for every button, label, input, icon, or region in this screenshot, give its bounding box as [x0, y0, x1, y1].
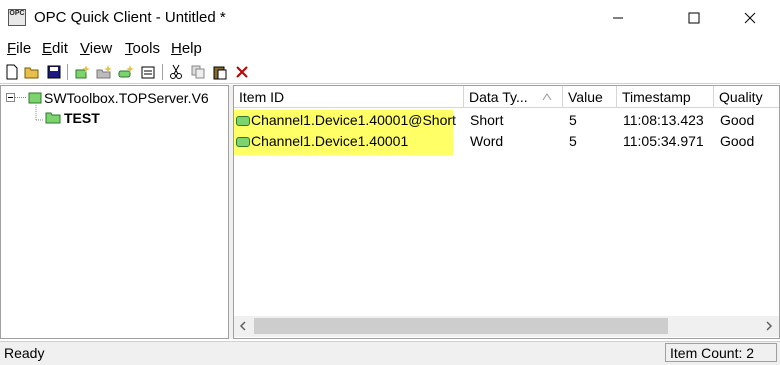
cell-item-id: Channel1.Device1.40001	[251, 133, 409, 149]
column-header-data-type[interactable]: Data Ty...	[464, 86, 563, 108]
menu-bar: File Edit View Tools Help	[0, 37, 780, 59]
close-icon	[744, 12, 756, 24]
cell-data-type: Word	[470, 133, 504, 149]
menu-edit[interactable]: Edit	[42, 40, 68, 57]
scroll-left-icon[interactable]	[238, 321, 248, 331]
properties-icon[interactable]	[140, 64, 156, 80]
cell-item-id: Channel1.Device1.40001@Short	[251, 112, 456, 128]
close-button[interactable]	[727, 0, 773, 36]
copy-icon[interactable]	[190, 64, 206, 80]
cut-icon[interactable]	[168, 64, 184, 80]
sort-arrow-icon	[542, 93, 552, 101]
cell-quality: Good	[720, 112, 755, 128]
menu-help[interactable]: Help	[171, 40, 202, 57]
open-folder-icon[interactable]	[24, 64, 40, 80]
group-folder-icon	[45, 112, 61, 124]
tree-node-group[interactable]: TEST	[64, 110, 100, 126]
item-tag-icon	[236, 133, 250, 149]
menu-tools[interactable]: Tools	[125, 40, 160, 57]
item-list[interactable]: Item ID Data Ty... Value Timestamp Quali…	[233, 85, 780, 339]
app-icon: OPC	[8, 9, 26, 26]
tree-node-server[interactable]: SWToolbox.TOPServer.V6	[44, 90, 209, 106]
toolbar-separator	[67, 64, 68, 80]
column-header-item-id[interactable]: Item ID	[234, 86, 464, 108]
new-item-icon[interactable]	[118, 64, 134, 80]
status-text: Ready	[4, 345, 45, 361]
item-tag-icon	[236, 112, 250, 128]
delete-icon[interactable]	[234, 64, 250, 80]
cell-quality: Good	[720, 133, 755, 149]
paste-icon[interactable]	[212, 64, 228, 80]
maximize-icon	[688, 12, 700, 24]
server-icon	[28, 92, 42, 104]
minimize-icon	[613, 17, 623, 19]
item-count-panel: Item Count: 2	[665, 343, 777, 362]
save-icon[interactable]	[46, 64, 62, 80]
toolbar-separator	[162, 64, 163, 80]
column-header-value[interactable]: Value	[563, 86, 617, 108]
new-group-icon[interactable]	[96, 64, 112, 80]
window-title: OPC Quick Client - Untitled *	[34, 9, 226, 26]
column-header-quality[interactable]: Quality	[714, 86, 779, 108]
toolbar	[0, 61, 780, 84]
cell-value: 5	[569, 133, 577, 149]
new-file-icon[interactable]	[4, 64, 20, 80]
maximize-button[interactable]	[671, 0, 717, 36]
menu-file[interactable]: File	[7, 40, 31, 57]
cell-timestamp: 11:08:13.423	[623, 112, 704, 128]
cell-timestamp: 11:05:34.971	[623, 133, 704, 149]
cell-data-type: Short	[470, 112, 504, 128]
minimize-button[interactable]	[595, 0, 641, 36]
new-server-icon[interactable]	[74, 64, 90, 80]
cell-value: 5	[569, 112, 577, 128]
scroll-right-icon[interactable]	[764, 321, 774, 331]
status-bar	[0, 341, 780, 365]
menu-view[interactable]: View	[80, 40, 112, 57]
column-header-timestamp[interactable]: Timestamp	[617, 86, 714, 108]
scrollbar-thumb[interactable]	[254, 318, 668, 334]
column-header-data-type-label: Data Ty...	[469, 89, 528, 105]
